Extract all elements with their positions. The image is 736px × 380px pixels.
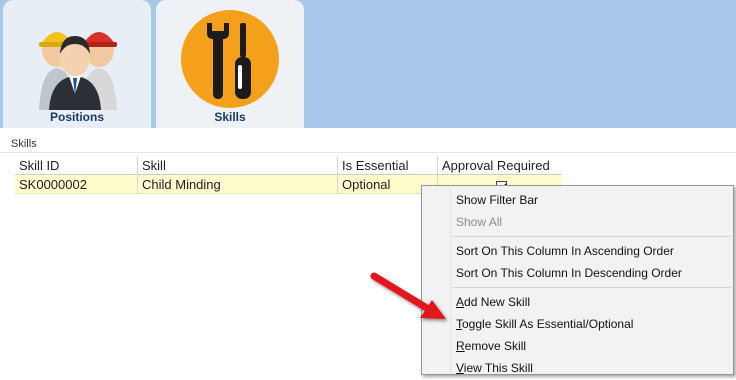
tab-skills[interactable]: Skills [156, 0, 304, 128]
menu-separator [452, 287, 731, 288]
menu-item-toggle-essential-optional[interactable]: Toggle Skill As Essential/Optional [422, 313, 733, 335]
column-header-approval-required[interactable]: Approval Required [438, 156, 562, 174]
mnemonic: R [456, 339, 465, 353]
menu-item-add-new-skill[interactable]: Add New Skill [422, 291, 733, 313]
menu-item-show-filter-bar[interactable]: Show Filter Bar [422, 189, 733, 211]
pane-title: Skills [11, 138, 37, 150]
menu-item-show-all: Show All [456, 215, 503, 229]
column-header-skill-id[interactable]: Skill ID [15, 156, 138, 174]
pane-divider [0, 152, 736, 153]
menu-item-sort-ascending[interactable]: Sort On This Column In Ascending Order [422, 240, 733, 262]
tab-skills-label: Skills [214, 110, 246, 124]
menu-separator [452, 236, 731, 237]
mnemonic: V [456, 361, 464, 375]
menu-item-label: oggle Skill As Essential/Optional [462, 317, 634, 331]
grid-header: Skill ID Skill Is Essential Approval Req… [15, 156, 562, 175]
tab-positions[interactable]: Positions [3, 0, 151, 128]
context-menu: Show Filter Bar Show All Sort On This Co… [421, 185, 734, 375]
menu-item-remove-skill[interactable]: Remove Skill [422, 335, 733, 357]
column-header-skill[interactable]: Skill [138, 156, 338, 174]
menu-item-view-this-skill[interactable]: View This Skill [422, 357, 733, 379]
mnemonic: A [456, 295, 465, 309]
workers-icon [27, 14, 127, 115]
menu-item-label: dd New Skill [464, 295, 531, 309]
app-window: Positions Skills Skills Skill ID Skill I… [0, 0, 736, 380]
tools-icon [180, 9, 280, 114]
cell-skill-id[interactable]: SK0000002 [15, 175, 138, 193]
menu-item-label: iew This Skill [463, 361, 533, 375]
annotation-arrow-icon [360, 262, 456, 329]
column-header-is-essential[interactable]: Is Essential [338, 156, 438, 174]
menu-item-sort-descending[interactable]: Sort On This Column In Descending Order [422, 262, 733, 284]
tab-strip: Positions Skills [0, 0, 736, 128]
menu-item-label: emove Skill [464, 339, 527, 353]
tab-positions-label: Positions [49, 110, 104, 124]
cell-skill[interactable]: Child Minding [138, 175, 338, 193]
